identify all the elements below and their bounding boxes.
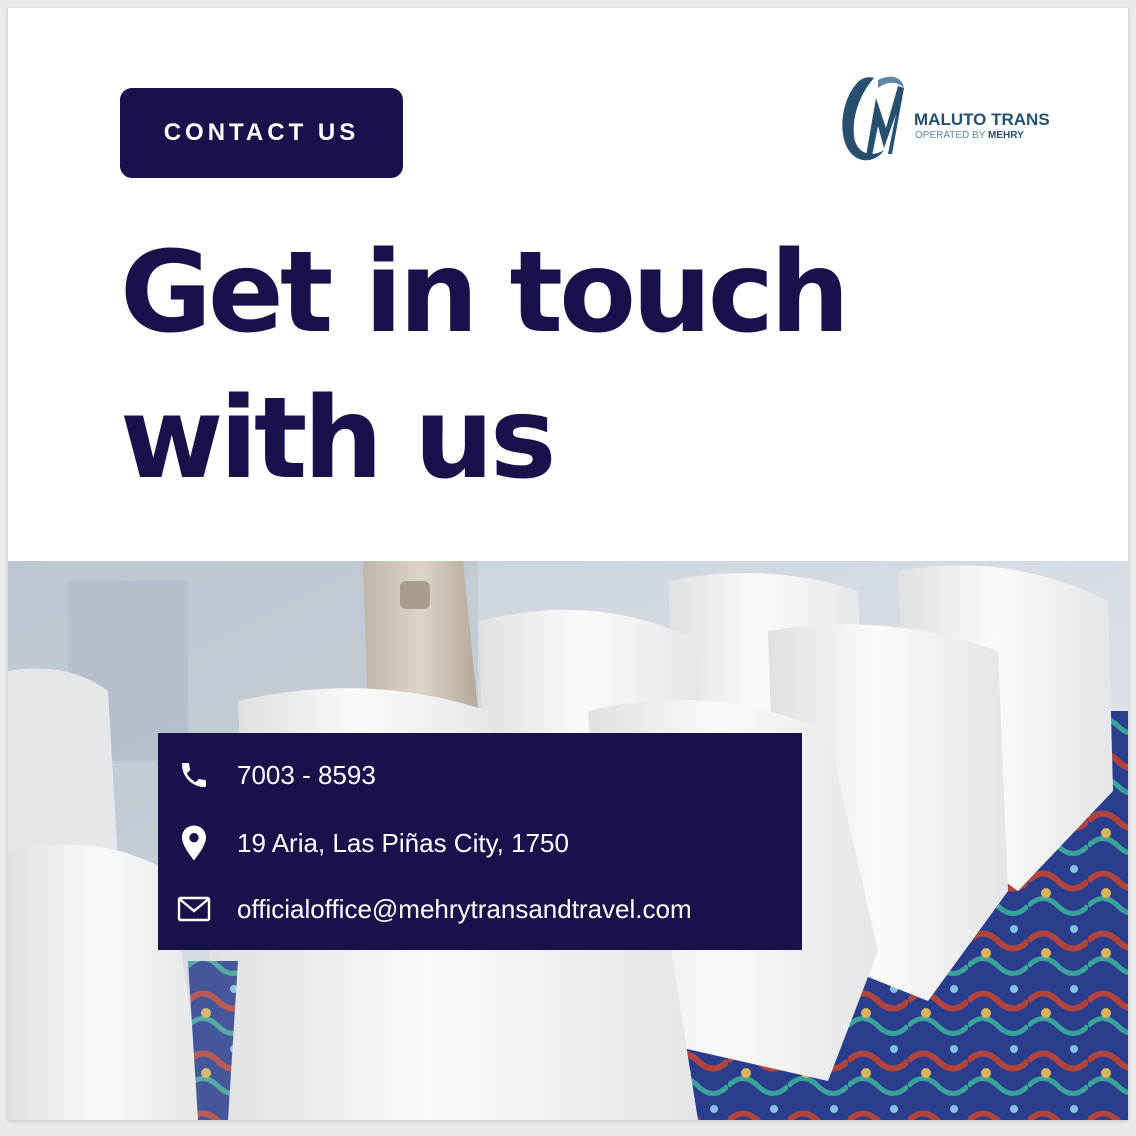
phone-icon bbox=[176, 757, 212, 793]
contact-card: CONTACT US MALUTO TRANS OPERATED BY MEHR… bbox=[8, 8, 1128, 1120]
envelope-icon bbox=[176, 891, 212, 927]
headline: Get in touch with us bbox=[120, 220, 1020, 512]
location-pin-icon bbox=[176, 825, 212, 861]
contact-us-button[interactable]: CONTACT US bbox=[120, 88, 403, 178]
maluto-trans-logo[interactable]: MALUTO TRANS OPERATED BY MEHRY bbox=[838, 70, 1098, 170]
logo-subtitle-prefix: OPERATED BY bbox=[915, 130, 986, 141]
phone-row[interactable]: 7003 - 8593 bbox=[176, 757, 376, 793]
headline-line-2: with us bbox=[120, 374, 557, 504]
contact-info-box: 7003 - 8593 19 Aria, Las Piñas City, 175… bbox=[158, 733, 802, 950]
address-text: 19 Aria, Las Piñas City, 1750 bbox=[237, 827, 569, 858]
headline-line-1: Get in touch bbox=[120, 228, 850, 358]
address-row[interactable]: 19 Aria, Las Piñas City, 1750 bbox=[176, 825, 569, 861]
phone-number: 7003 - 8593 bbox=[237, 759, 376, 790]
logo-subtitle: OPERATED BY MEHRY bbox=[915, 130, 1024, 141]
email-row[interactable]: officialoffice@mehrytransandtravel.com bbox=[176, 891, 692, 927]
email-address: officialoffice@mehrytransandtravel.com bbox=[237, 893, 692, 924]
logo-title: MALUTO TRANS bbox=[914, 110, 1050, 129]
logo-subtitle-brand: MEHRY bbox=[988, 130, 1024, 141]
maluto-logo-mark bbox=[842, 76, 904, 161]
